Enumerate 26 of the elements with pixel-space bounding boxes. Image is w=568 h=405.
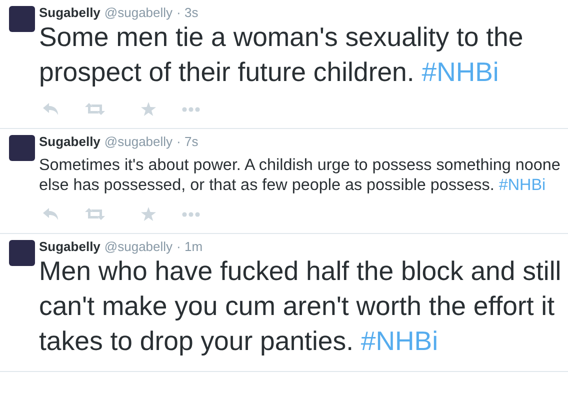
retweet-icon[interactable] <box>85 208 105 220</box>
hashtag-link[interactable]: #NHBi <box>422 57 499 87</box>
user-handle[interactable]: @sugabelly <box>104 5 173 20</box>
user-handle[interactable]: @sugabelly <box>104 134 173 149</box>
star-icon[interactable] <box>141 102 156 116</box>
star-icon[interactable] <box>141 207 156 221</box>
reply-icon[interactable] <box>43 103 59 115</box>
tweet-text: Men who have fucked half the block and still can't make you cum aren't worth the effort it takes to drop your panties. #NHBi <box>39 255 562 358</box>
user-handle[interactable]: @sugabelly <box>104 239 173 254</box>
user-name[interactable]: Sugabelly <box>39 239 100 254</box>
tweet-text: Some men tie a woman's sexuality to the prospect of their future children. #NHBi <box>39 21 524 89</box>
reply-icon[interactable] <box>43 208 59 220</box>
more-icon[interactable] <box>182 212 200 216</box>
tweet-time[interactable]: · 1m <box>176 239 203 254</box>
avatar-image[interactable] <box>9 135 35 161</box>
user-name[interactable]: Sugabelly <box>39 5 100 20</box>
tweet-text: Sometimes it's about power. A childish urge to possess something noone else has possessed, or that as few people as possible possess. #NHBi <box>39 155 562 195</box>
avatar-image[interactable] <box>9 6 35 32</box>
tweet-time[interactable]: · 3s <box>176 5 198 20</box>
tweet-time[interactable]: · 7s <box>176 134 198 149</box>
more-icon[interactable] <box>182 106 200 112</box>
hashtag-link[interactable]: #NHBi <box>498 176 546 194</box>
user-name[interactable]: Sugabelly <box>39 134 100 149</box>
avatar-image[interactable] <box>9 240 35 266</box>
retweet-icon[interactable] <box>85 103 105 115</box>
hashtag-link[interactable]: #NHBi <box>360 326 438 356</box>
